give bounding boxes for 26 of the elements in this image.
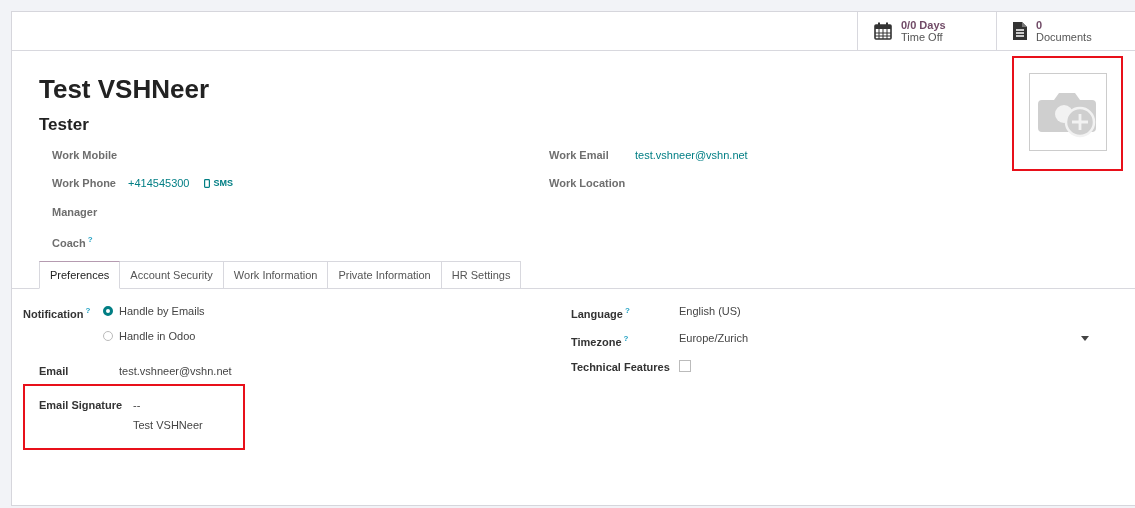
field-label: Work Phone bbox=[52, 177, 117, 189]
field-label: Language $^{?}$ bbox=[571, 305, 631, 321]
sms-link[interactable]: SMS bbox=[204, 178, 233, 188]
field-label: Work Mobile bbox=[52, 149, 119, 161]
job-title: Tester bbox=[39, 115, 90, 135]
radio-option[interactable]: Handle by Emails bbox=[103, 304, 205, 318]
tab[interactable]: Preferences bbox=[39, 261, 121, 289]
timezone-select[interactable]: Europe/Zurich bbox=[679, 332, 1093, 344]
field-label: Coach $^{?}$ bbox=[52, 235, 94, 249]
field-value: test.vshneer@vshn.net bbox=[119, 364, 232, 378]
field-label: Technical Features bbox=[571, 360, 671, 374]
tab[interactable]: Account Security bbox=[120, 261, 224, 289]
employee-name: Test VSHNeer bbox=[39, 73, 211, 105]
field-label: Email bbox=[39, 364, 70, 378]
field-label: Notification $^{?}$ bbox=[23, 305, 92, 321]
field-label: Work Email bbox=[549, 149, 610, 161]
radio-option[interactable]: Handle in Odoo bbox=[103, 329, 205, 343]
field-label: Timezone $^{?}$ bbox=[571, 333, 630, 349]
field-value[interactable]: test.vshneer@vshn.net bbox=[635, 149, 748, 161]
tab[interactable]: HR Settings bbox=[441, 261, 522, 289]
field-label: Work Location bbox=[549, 177, 627, 189]
field-value: English (US) bbox=[679, 304, 741, 318]
tab[interactable]: Private Information bbox=[328, 261, 442, 289]
tab[interactable]: Work Information bbox=[223, 261, 329, 289]
field-value[interactable]: +414545300 bbox=[128, 177, 190, 189]
field-label: Manager bbox=[52, 206, 99, 218]
